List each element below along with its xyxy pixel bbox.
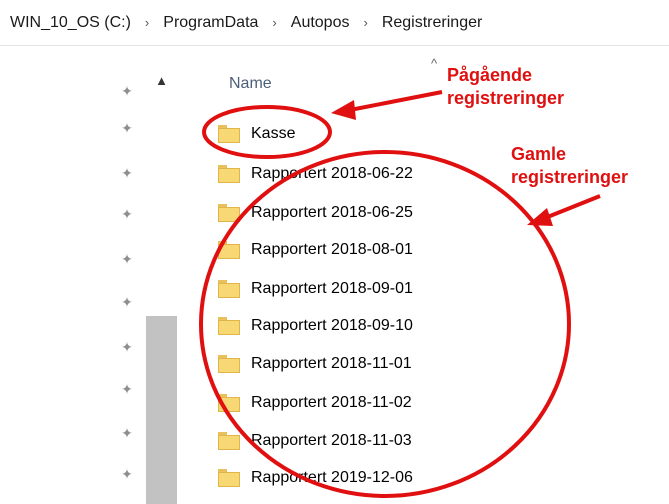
chevron-right-icon[interactable]: ›: [351, 15, 379, 30]
file-name: Rapportert 2018-08-01: [251, 241, 413, 258]
pushpin-icon[interactable]: ✦: [120, 340, 134, 354]
file-name: Rapportert 2018-09-10: [251, 317, 413, 334]
file-name: Kasse: [251, 125, 296, 142]
list-item[interactable]: Rapportert 2018-08-01: [218, 235, 413, 265]
list-item[interactable]: Rapportert 2018-06-22: [218, 159, 413, 189]
list-item[interactable]: Rapportert 2018-09-10: [218, 311, 413, 341]
column-header-name[interactable]: Name: [229, 75, 272, 93]
folder-icon: [218, 394, 240, 412]
chevron-right-icon[interactable]: ›: [260, 15, 288, 30]
pushpin-icon[interactable]: ✦: [120, 382, 134, 396]
scrollbar-thumb[interactable]: [146, 316, 177, 504]
annotation-text: Pågående: [447, 65, 533, 85]
folder-icon: [218, 469, 240, 487]
pushpin-icon[interactable]: ✦: [120, 252, 134, 266]
file-name: Rapportert 2018-11-02: [251, 394, 412, 411]
breadcrumb-item-programdata[interactable]: ProgramData: [161, 14, 260, 32]
file-name: Rapportert 2018-11-03: [251, 432, 412, 449]
quick-access-pins: ✦ ✦ ✦ ✦ ✦ ✦ ✦ ✦ ✦ ✦: [108, 62, 138, 504]
folder-icon: [218, 280, 240, 298]
pushpin-icon[interactable]: ✦: [120, 426, 134, 440]
list-item[interactable]: Rapportert 2018-09-01: [218, 274, 413, 304]
annotation-arrow-old: [544, 194, 601, 220]
folder-icon: [218, 317, 240, 335]
folder-icon: [218, 432, 240, 450]
annotation-arrow-current: [349, 90, 443, 112]
pushpin-icon[interactable]: ✦: [120, 467, 134, 481]
annotation-label-current: Pågående registreringer: [447, 64, 564, 110]
file-row-kasse[interactable]: Kasse: [218, 119, 295, 149]
breadcrumb-item-drive[interactable]: WIN_10_OS (C:): [8, 14, 133, 32]
file-name: Rapportert 2018-06-22: [251, 165, 413, 182]
list-item[interactable]: Rapportert 2018-11-02: [218, 388, 412, 418]
arrowhead-icon: [331, 100, 356, 120]
list-item[interactable]: Rapportert 2018-11-01: [218, 349, 412, 379]
folder-icon: [218, 355, 240, 373]
pushpin-icon[interactable]: ✦: [120, 121, 134, 135]
arrowhead-icon: [527, 208, 553, 226]
list-item[interactable]: Rapportert 2019-12-06: [218, 463, 413, 493]
scroll-up-icon[interactable]: ▲: [146, 68, 177, 92]
folder-icon: [218, 125, 240, 143]
file-name: Rapportert 2018-09-01: [251, 280, 413, 297]
list-item[interactable]: Rapportert 2018-06-25: [218, 198, 413, 228]
pushpin-icon[interactable]: ✦: [120, 166, 134, 180]
annotation-label-old: Gamle registreringer: [511, 143, 628, 189]
folder-icon: [218, 204, 240, 222]
file-name: Rapportert 2018-11-01: [251, 355, 412, 372]
annotation-text: registreringer: [447, 88, 565, 108]
pushpin-icon[interactable]: ✦: [120, 84, 134, 98]
breadcrumb-item-registreringer[interactable]: Registreringer: [380, 14, 484, 32]
breadcrumb: WIN_10_OS (C:) › ProgramData › Autopos ›…: [0, 0, 669, 46]
annotation-text: registreringer: [511, 167, 629, 187]
breadcrumb-item-autopos[interactable]: Autopos: [289, 14, 352, 32]
folder-icon: [218, 165, 240, 183]
navigation-scrollbar[interactable]: ▲: [146, 62, 177, 504]
sort-ascending-icon: ^: [431, 56, 438, 71]
pushpin-icon[interactable]: ✦: [120, 207, 134, 221]
chevron-right-icon[interactable]: ›: [133, 15, 161, 30]
annotation-text: Gamle: [511, 144, 567, 164]
file-name: Rapportert 2019-12-06: [251, 469, 413, 486]
list-item[interactable]: Rapportert 2018-11-03: [218, 426, 412, 456]
folder-icon: [218, 241, 240, 259]
pushpin-icon[interactable]: ✦: [120, 295, 134, 309]
file-name: Rapportert 2018-06-25: [251, 204, 413, 221]
